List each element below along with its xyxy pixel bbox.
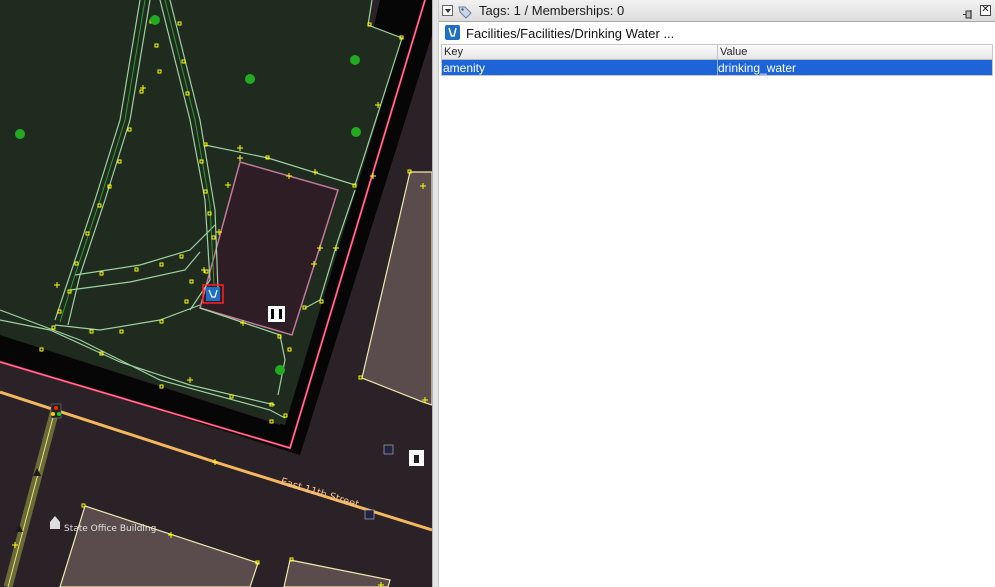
column-header-key[interactable]: Key — [444, 46, 463, 58]
panel-header: Tags: 1 / Memberships: 0 ✕ — [439, 0, 995, 22]
tag-key-cell[interactable]: amenity — [443, 61, 485, 75]
tags-memberships-panel: Tags: 1 / Memberships: 0 ✕ Facilities/Fa… — [439, 0, 995, 587]
traffic-light-icon[interactable] — [50, 403, 62, 419]
waste-basket-icon[interactable] — [409, 450, 424, 466]
bus-stop-icon[interactable] — [383, 444, 394, 455]
column-header-value[interactable]: Value — [720, 46, 747, 58]
map-view[interactable]: East 11th Street State Office Building — [0, 0, 432, 587]
tag-value-cell[interactable]: drinking_water — [718, 61, 796, 75]
tag-table[interactable]: Key Value amenity drinking_water — [441, 44, 993, 76]
table-row[interactable]: amenity drinking_water — [442, 60, 992, 75]
pin-icon[interactable] — [963, 5, 974, 19]
preset-label[interactable]: Facilities/Facilities/Drinking Water ... — [466, 26, 674, 41]
bus-stop-icon[interactable] — [364, 509, 375, 520]
tag-icon — [458, 4, 472, 19]
table-header: Key Value — [442, 45, 992, 60]
panel-splitter[interactable] — [432, 0, 439, 587]
building-label: State Office Building — [64, 524, 156, 534]
close-icon[interactable]: ✕ — [980, 5, 991, 16]
drinking-water-node[interactable] — [202, 284, 224, 304]
toilets-icon[interactable] — [268, 306, 285, 322]
panel-title: Tags: 1 / Memberships: 0 — [479, 3, 625, 18]
drinking-water-icon — [445, 25, 460, 40]
chevron-down-icon[interactable] — [442, 5, 453, 16]
